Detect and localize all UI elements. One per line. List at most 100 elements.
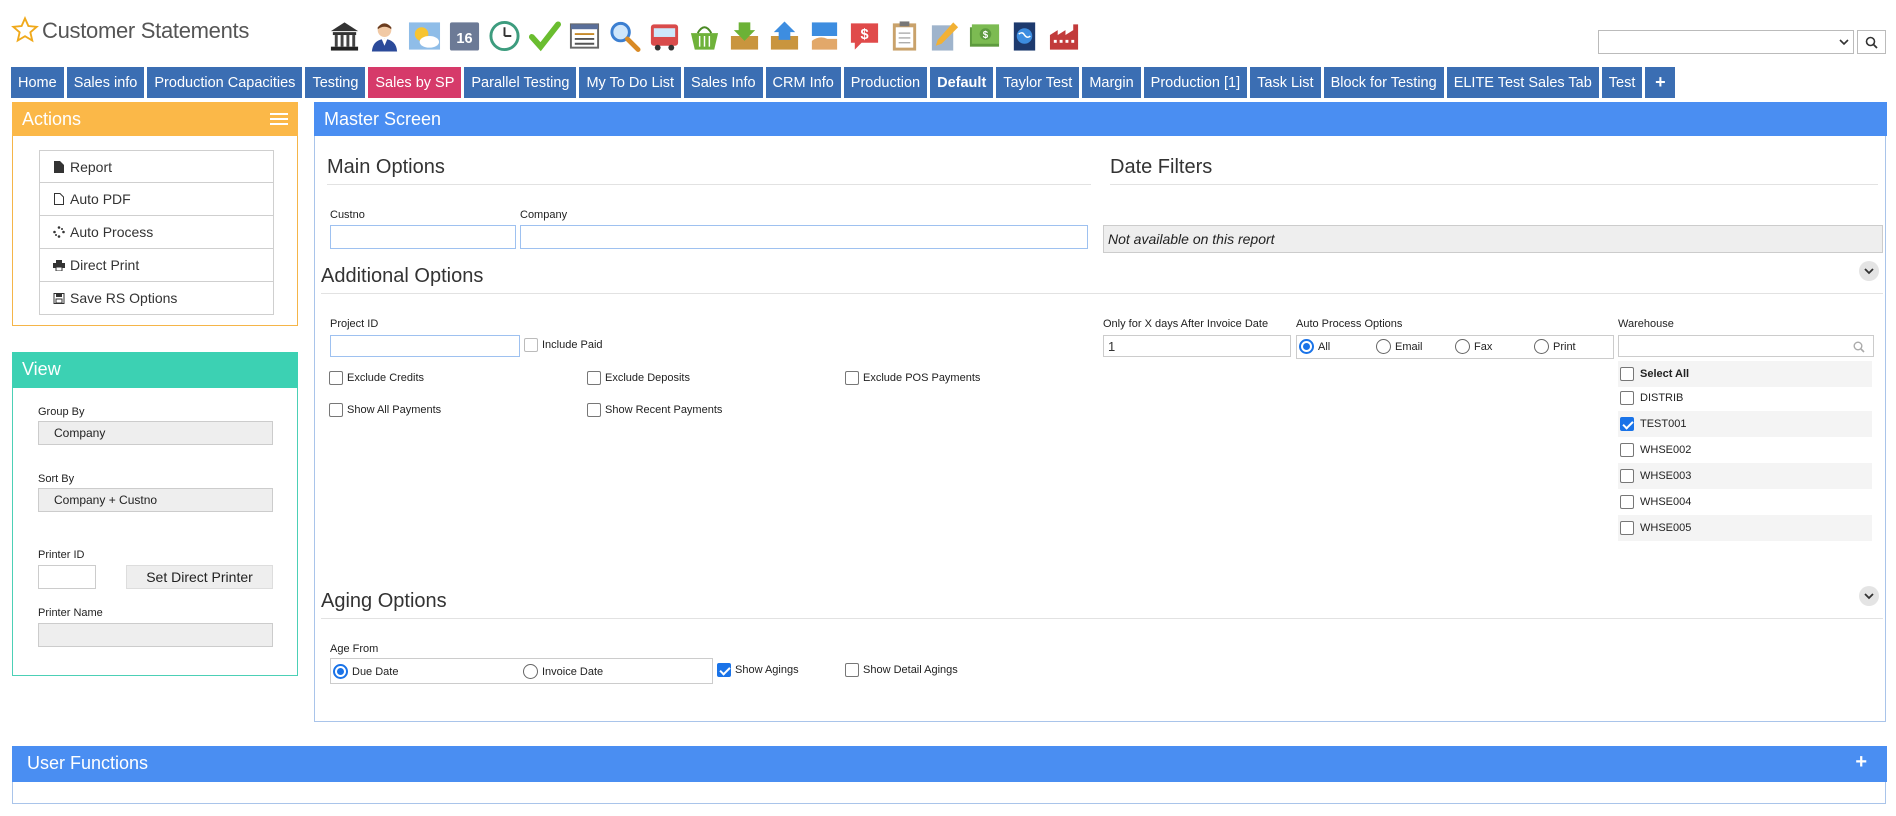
auto-pdf-action[interactable]: Auto PDF [39,183,274,216]
include-paid-checkbox[interactable] [524,338,538,352]
clipboard-icon[interactable] [888,18,921,54]
tab-crm-info[interactable]: CRM Info [765,67,841,98]
company-input[interactable] [520,225,1088,249]
tab-production-capacities[interactable]: Production Capacities [147,67,303,98]
auto-process-all-option[interactable]: All [1299,339,1330,354]
auto-process-fax-radio[interactable] [1455,339,1470,354]
tab-taylor-test[interactable]: Taylor Test [996,67,1080,98]
exclude-pos-payments-checkbox[interactable] [845,371,859,385]
show-all-payments-checkbox[interactable] [329,403,343,417]
due-date-option[interactable]: Due Date [333,664,398,679]
show-all-payments-option[interactable]: Show All Payments [329,403,441,417]
printer-name-input[interactable] [38,623,273,647]
warehouse-item-test001[interactable]: TEST001 [1618,411,1872,437]
warehouse-item-whse005[interactable]: WHSE005 [1618,515,1872,541]
warehouse-test001-checkbox[interactable] [1620,417,1634,431]
warehouse-search-input[interactable] [1618,335,1874,357]
tab-block-for-testing[interactable]: Block for Testing [1323,67,1444,98]
search-input[interactable] [1598,30,1835,54]
tab-default[interactable]: Default [930,67,994,98]
warehouse-item-whse002[interactable]: WHSE002 [1618,437,1872,463]
show-agings-checkbox[interactable] [717,663,731,677]
set-direct-printer-button[interactable]: Set Direct Printer [126,565,273,589]
auto-process-action[interactable]: Auto Process [39,216,274,249]
money-icon[interactable]: $ [968,18,1001,54]
show-recent-payments-option[interactable]: Show Recent Payments [587,403,722,417]
auto-process-all-radio[interactable] [1299,339,1314,354]
pencil-icon[interactable] [928,18,961,54]
magnifier-icon[interactable] [608,18,641,54]
due-date-radio[interactable] [333,664,348,679]
auto-process-email-radio[interactable] [1376,339,1391,354]
tab-margin[interactable]: Margin [1082,67,1141,98]
search-button[interactable] [1857,30,1886,54]
tab-task-list[interactable]: Task List [1250,67,1321,98]
custno-input[interactable] [330,225,516,249]
tab-production-1[interactable]: Production [1] [1143,67,1248,98]
additional-options-collapse-button[interactable] [1859,261,1879,281]
exclude-pos-payments-option[interactable]: Exclude POS Payments [845,371,980,385]
globe-book-icon[interactable] [1008,18,1041,54]
auto-process-fax-option[interactable]: Fax [1455,339,1492,354]
warehouse-item-whse004[interactable]: WHSE004 [1618,489,1872,515]
weather-icon[interactable] [408,18,441,54]
sort-by-select[interactable]: Company + Custno [38,488,273,512]
printer-id-input[interactable] [38,565,96,589]
list-window-icon[interactable] [568,18,601,54]
expand-plus-icon[interactable]: + [1855,751,1867,774]
tab-testing[interactable]: Testing [305,67,366,98]
download-box-icon[interactable] [728,18,761,54]
report-action[interactable]: Report [39,150,274,183]
invoice-date-option[interactable]: Invoice Date [523,664,603,679]
warehouse-item-whse003[interactable]: WHSE003 [1618,463,1872,489]
exclude-credits-option[interactable]: Exclude Credits [329,371,424,385]
days-after-invoice-input[interactable]: 1 [1103,335,1291,357]
calendar-icon[interactable]: 16 [448,18,481,54]
tab-my-to-do-list[interactable]: My To Do List [579,67,682,98]
upload-box-icon[interactable] [768,18,801,54]
basket-icon[interactable] [688,18,721,54]
tab-parallel-testing[interactable]: Parallel Testing [464,67,577,98]
add-tab-button[interactable]: + [1645,67,1676,98]
tab-sales-info-2[interactable]: Sales Info [684,67,763,98]
tab-sales-by-sp[interactable]: Sales by SP [368,67,462,98]
tab-sales-info[interactable]: Sales info [66,67,145,98]
bank-icon[interactable] [328,18,361,54]
invoice-date-radio[interactable] [523,664,538,679]
save-rs-options-action[interactable]: Save RS Options [39,282,274,315]
exclude-deposits-option[interactable]: Exclude Deposits [587,371,690,385]
checkmark-icon[interactable] [528,18,561,54]
warehouse-whse004-checkbox[interactable] [1620,495,1634,509]
dollar-speech-icon[interactable]: $ [848,18,881,54]
show-recent-payments-checkbox[interactable] [587,403,601,417]
auto-process-email-option[interactable]: Email [1376,339,1423,354]
user-functions-header[interactable]: User Functions + [12,746,1887,782]
favorite-star-icon[interactable] [11,16,39,44]
show-detail-agings-checkbox[interactable] [845,663,859,677]
project-id-input[interactable] [330,335,520,357]
exclude-deposits-checkbox[interactable] [587,371,601,385]
warehouse-select-all-checkbox[interactable] [1620,367,1634,381]
include-paid-option[interactable]: Include Paid [524,338,603,352]
warehouse-whse002-checkbox[interactable] [1620,443,1634,457]
direct-print-action[interactable]: Direct Print [39,249,274,282]
tab-home[interactable]: Home [11,67,64,98]
auto-process-print-radio[interactable] [1534,339,1549,354]
warehouse-item-distrib[interactable]: DISTRIB [1618,385,1872,411]
clock-icon[interactable] [488,18,521,54]
warehouse-whse005-checkbox[interactable] [1620,521,1634,535]
hand-card-icon[interactable] [808,18,841,54]
warehouse-distrib-checkbox[interactable] [1620,391,1634,405]
factory-icon[interactable] [1048,18,1081,54]
warehouse-whse003-checkbox[interactable] [1620,469,1634,483]
group-by-select[interactable]: Company [38,421,273,445]
menu-icon[interactable] [270,113,288,128]
show-agings-option[interactable]: Show Agings [717,663,799,677]
exclude-credits-checkbox[interactable] [329,371,343,385]
bus-icon[interactable] [648,18,681,54]
aging-options-collapse-button[interactable] [1859,586,1879,606]
tab-elite-test-sales[interactable]: ELITE Test Sales Tab [1446,67,1599,98]
show-detail-agings-option[interactable]: Show Detail Agings [845,663,958,677]
search-dropdown-button[interactable] [1834,30,1854,54]
tab-test[interactable]: Test [1601,67,1643,98]
